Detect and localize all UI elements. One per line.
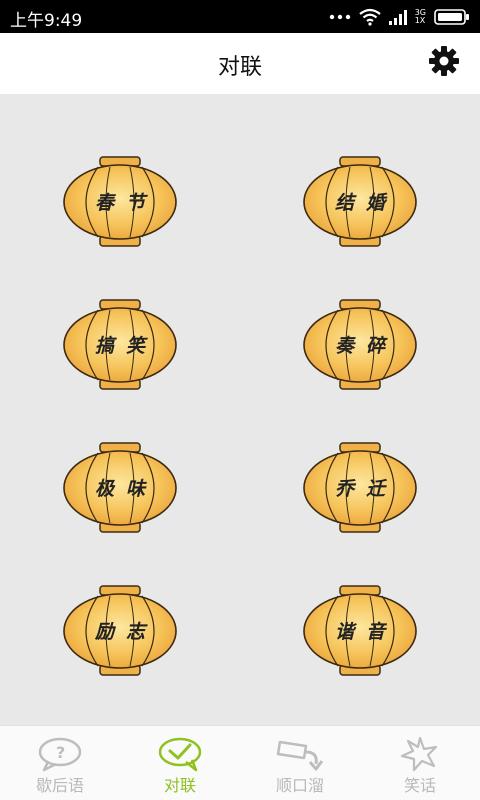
category-lantern[interactable]: 极味 <box>60 442 180 534</box>
tab-label: 笑话 <box>403 776 436 795</box>
film-arrow-icon <box>276 736 324 772</box>
battery-icon <box>434 9 470 25</box>
tab-xiehouyu[interactable]: ? 歇后语 <box>0 726 120 800</box>
category-lantern[interactable]: 搞笑 <box>60 299 180 391</box>
category-label: 搞笑 <box>94 335 157 357</box>
category-label: 极味 <box>94 478 157 500</box>
settings-button[interactable] <box>426 45 462 81</box>
tab-shunkouliu[interactable]: 顺口溜 <box>240 726 360 800</box>
speech-bubble-icon: ? <box>36 736 84 772</box>
svg-text:?: ? <box>56 743 65 762</box>
category-lantern[interactable]: 结婚 <box>300 156 420 248</box>
status-bar: 上午9:49 3G 1X <box>0 0 480 33</box>
category-lantern[interactable]: 谐音 <box>300 585 420 677</box>
category-label: 奏碎 <box>334 335 397 357</box>
more-dots-icon <box>329 14 351 20</box>
page-title: 对联 <box>217 55 262 80</box>
category-grid: 春节 结婚 搞笑 奏碎 极味 乔迁 励志 谐音 <box>0 94 480 725</box>
category-label: 结婚 <box>334 192 397 214</box>
star-burst-icon <box>396 736 444 772</box>
category-lantern[interactable]: 励志 <box>60 585 180 677</box>
wifi-icon <box>359 8 381 26</box>
category-lantern[interactable]: 春节 <box>60 156 180 248</box>
category-label: 励志 <box>94 621 157 643</box>
category-label: 谐音 <box>334 621 397 643</box>
tab-duilian[interactable]: 对联 <box>120 726 240 800</box>
gear-icon <box>428 45 460 81</box>
network-type: 3G 1X <box>415 9 426 25</box>
status-time: 上午9:49 <box>10 11 83 31</box>
tab-xiaohua[interactable]: 笑话 <box>360 726 480 800</box>
network-bottom: 1X <box>414 16 426 25</box>
check-bubble-icon <box>156 736 204 772</box>
signal-icon <box>388 9 407 25</box>
tab-label: 对联 <box>163 776 196 795</box>
category-label: 春节 <box>94 192 157 214</box>
category-lantern[interactable]: 乔迁 <box>300 442 420 534</box>
category-label: 乔迁 <box>334 478 397 500</box>
app-header: 对联 <box>0 33 480 94</box>
tab-label: 歇后语 <box>35 776 84 795</box>
category-lantern[interactable]: 奏碎 <box>300 299 420 391</box>
tab-label: 顺口溜 <box>275 776 324 795</box>
bottom-tab-bar: ? 歇后语 对联 顺口溜 笑话 <box>0 725 480 800</box>
status-icons: 3G 1X <box>329 6 470 28</box>
